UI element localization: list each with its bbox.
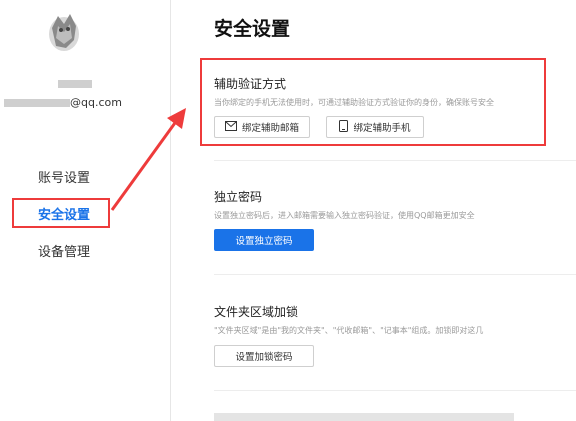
annotation-arrow: [110, 108, 186, 211]
